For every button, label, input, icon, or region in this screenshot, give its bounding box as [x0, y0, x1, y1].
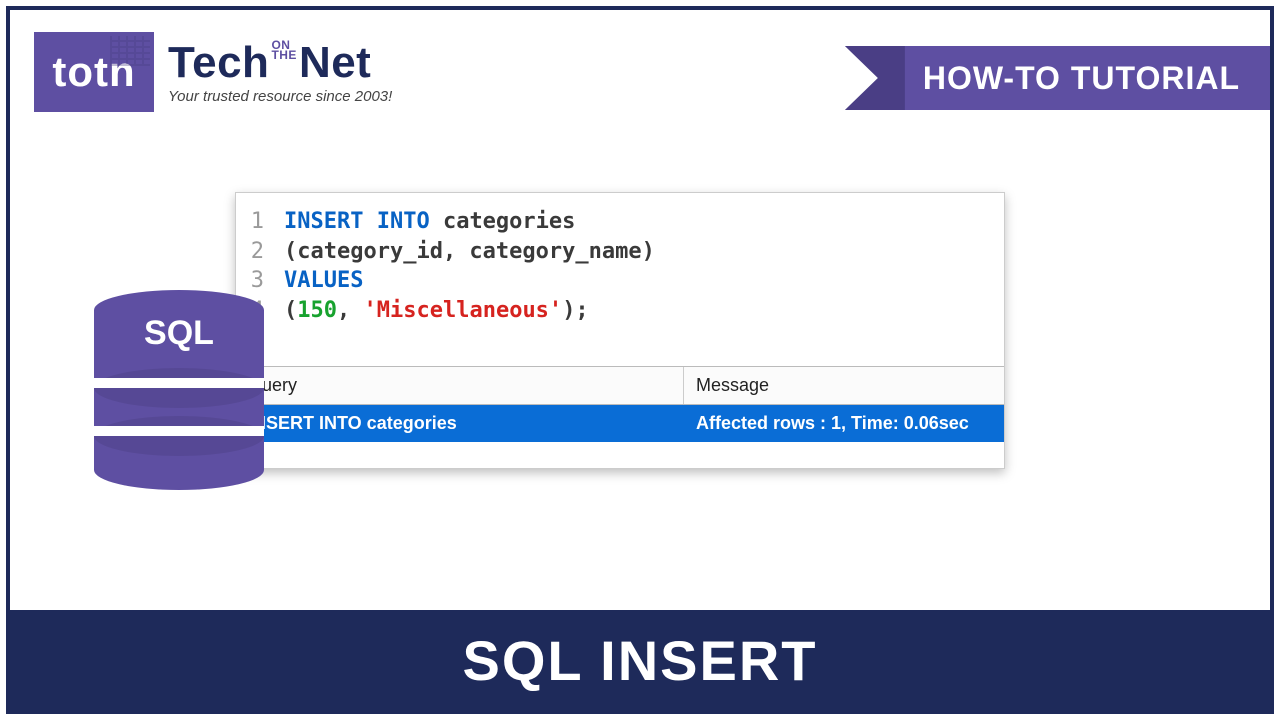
database-icon: SQL [94, 290, 264, 490]
logo-badge: totn [34, 32, 154, 112]
col-message: Message [684, 367, 1004, 404]
brand-logo: totn TechONTHENet Your trusted resource … [34, 32, 392, 112]
database-label: SQL [94, 314, 264, 353]
results-row: INSERT INTO categories Affected rows : 1… [236, 405, 1004, 442]
code-line: (category_id, category_name) [284, 237, 655, 267]
slide-frame: totn TechONTHENet Your trusted resource … [6, 6, 1274, 714]
logo-text: TechONTHENet Your trusted resource since… [168, 40, 392, 104]
logo-title: TechONTHENet [168, 40, 392, 85]
code-block: 1INSERT INTO categories2(category_id, ca… [236, 193, 1004, 366]
footer-bar: SQL INSERT [10, 610, 1270, 710]
logo-badge-text: totn [52, 48, 135, 96]
code-line: INSERT INTO categories [284, 207, 575, 237]
col-query: Query [236, 367, 684, 404]
ribbon-label: HOW-TO TUTORIAL [923, 60, 1240, 97]
sql-editor-panel: 1INSERT INTO categories2(category_id, ca… [235, 192, 1005, 469]
logo-tagline: Your trusted resource since 2003! [168, 89, 392, 104]
cell-query: INSERT INTO categories [236, 405, 684, 442]
footer-title: SQL INSERT [462, 628, 817, 693]
line-number: 1 [236, 207, 284, 237]
cell-message: Affected rows : 1, Time: 0.06sec [684, 405, 1004, 442]
code-line: VALUES [284, 266, 363, 296]
results-header: Query Message [236, 366, 1004, 405]
ribbon-tail [845, 46, 905, 110]
ribbon: HOW-TO TUTORIAL [845, 46, 1270, 110]
results-footer-spacer [236, 442, 1004, 468]
line-number: 2 [236, 237, 284, 267]
ribbon-body: HOW-TO TUTORIAL [893, 46, 1270, 110]
code-line: (150, 'Miscellaneous'); [284, 296, 589, 326]
